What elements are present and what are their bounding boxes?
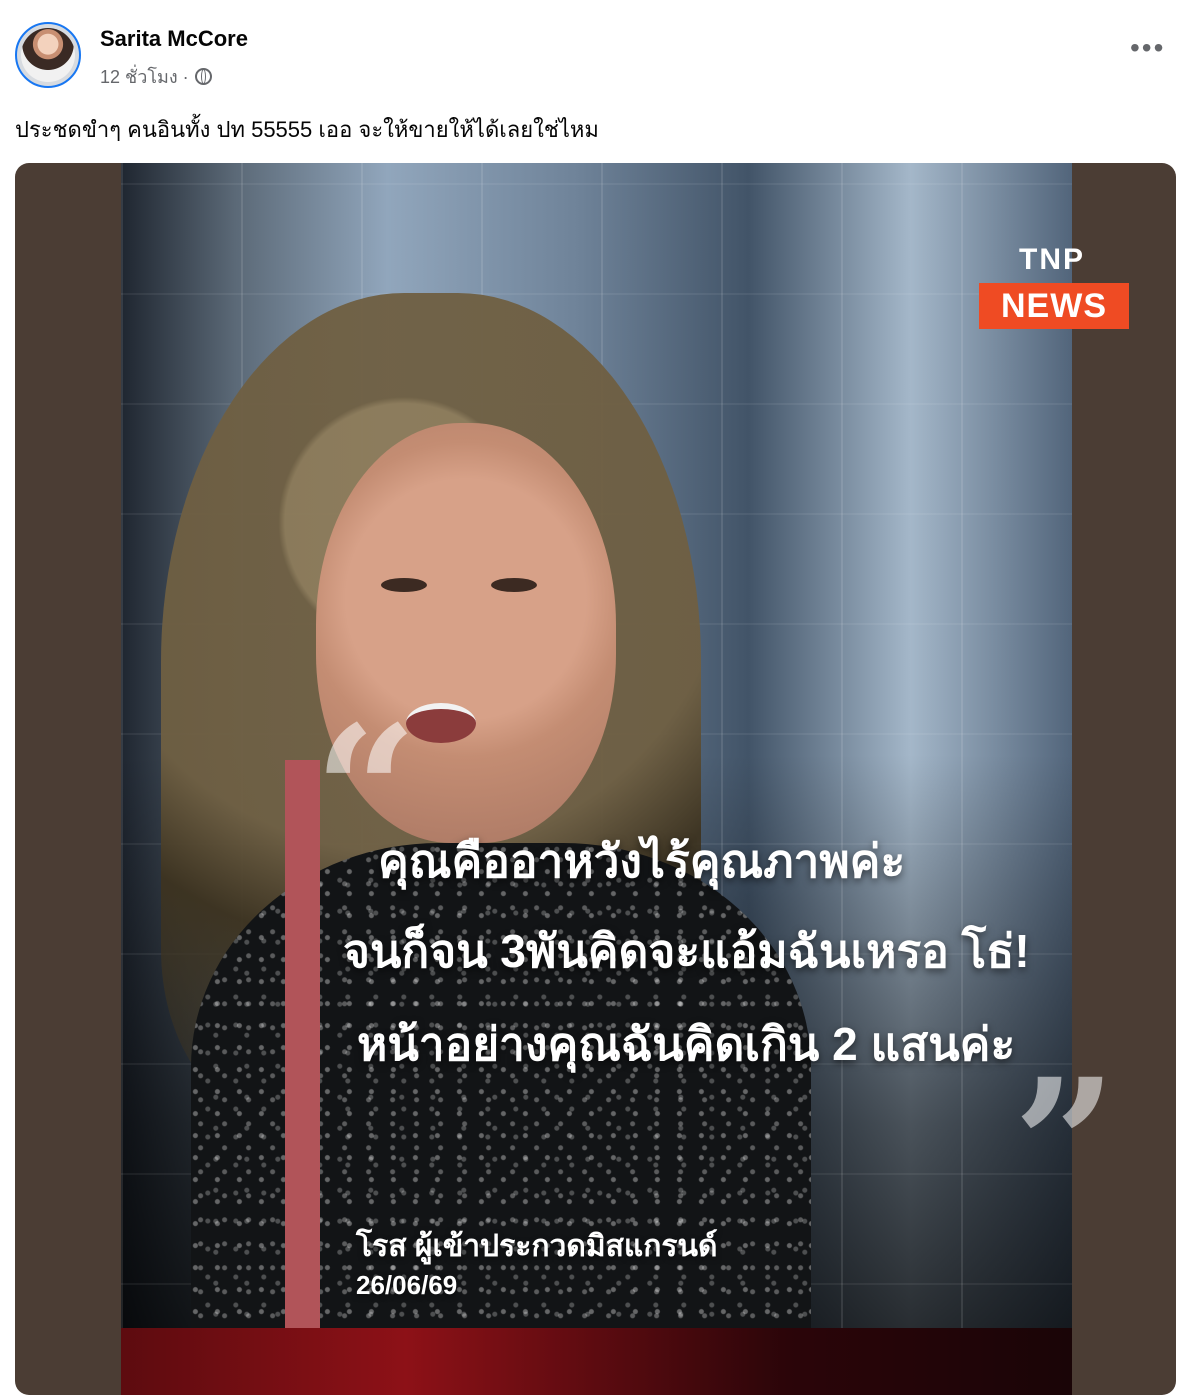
post-meta: 12 ชั่วโมง · [100,62,212,91]
news-frame: TNP NEWS “ ” คุณคืออาหวังไร้คุณภาพค่ะ จน… [121,163,1129,1395]
caption-date: 26/06/69 [356,1270,458,1300]
left-eye [381,578,427,592]
quote-line-2: จนก็จน 3พันคิดจะแอ้มฉันเหรอ โธ่! [343,925,1030,977]
tnp-news-logo: TNP NEWS [979,243,1129,329]
more-options-button[interactable]: ••• [1130,32,1165,64]
bottom-color-band [121,1328,1072,1395]
quote-line-1: คุณคืออาหวังไร้คุณภาพค่ะ [378,835,906,887]
post-time[interactable]: 12 ชั่วโมง · [100,62,189,91]
profile-photo [21,28,75,82]
post-text: ประชดขำๆ คนอินทั้ง ปท 55555 เออ จะให้ขาย… [15,117,599,142]
post-image[interactable]: TNP NEWS “ ” คุณคืออาหวังไร้คุณภาพค่ะ จน… [15,163,1176,1395]
logo-news-text: NEWS [979,283,1129,329]
profile-avatar[interactable] [15,22,81,88]
close-quote-mark: ” [1013,1040,1117,1251]
logo-tnp-text: TNP [1019,243,1085,276]
quote-line-3: หน้าอย่างคุณฉันคิดเกิน 2 แสนค่ะ [357,1018,1016,1070]
author-name[interactable]: Sarita McCore [100,26,248,52]
globe-icon [194,68,212,85]
woman-photo [131,223,811,1395]
caption-name: โรส ผู้เข้าประกวดมิสแกรนด์ [356,1230,718,1263]
right-eye [491,578,537,592]
